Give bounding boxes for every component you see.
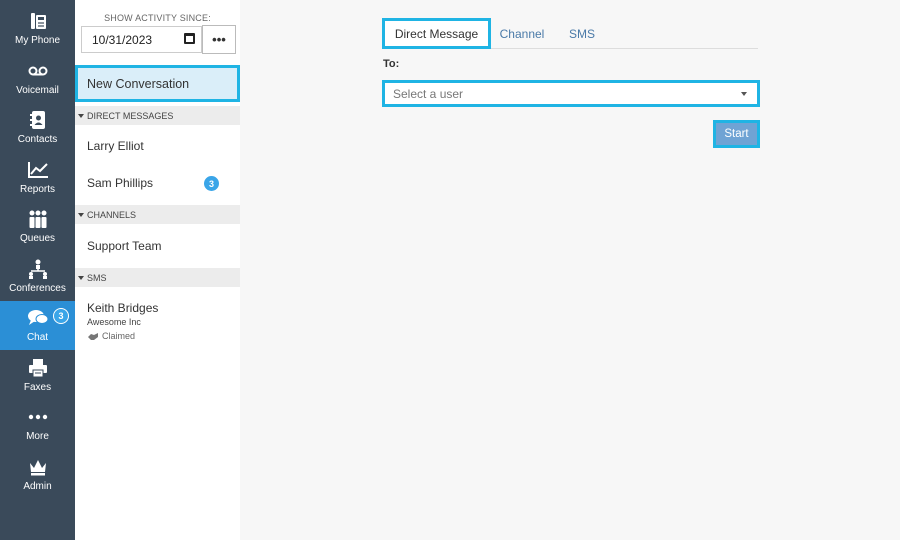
sms-item-status: Claimed: [87, 331, 135, 341]
nav-item-voicemail[interactable]: Voicemail: [0, 54, 75, 103]
nav-label: Queues: [19, 233, 56, 244]
more-options-button[interactable]: •••: [202, 25, 236, 54]
nav-item-queues[interactable]: Queues: [0, 202, 75, 251]
chat-icon: [27, 307, 49, 329]
reports-icon: [27, 159, 49, 181]
nav-label: Chat: [26, 332, 49, 343]
section-title: SMS: [87, 272, 107, 283]
nav-label: Conferences: [9, 283, 66, 294]
user-select[interactable]: Select a user: [382, 80, 760, 107]
conversation-list: SHOW ACTIVITY SINCE: 10/31/2023 ••• New …: [75, 0, 240, 540]
status-text: Claimed: [102, 331, 136, 341]
dm-item-sam-phillips[interactable]: Sam Phillips: [87, 176, 153, 190]
unread-badge: 3: [204, 176, 219, 191]
nav-label: Admin: [23, 481, 52, 492]
tab-direct-message[interactable]: Direct Message: [382, 18, 491, 49]
activity-since-date-input[interactable]: 10/31/2023: [81, 26, 202, 53]
nav-item-reports[interactable]: Reports: [0, 153, 75, 202]
to-label: To:: [383, 58, 400, 70]
nav-label: More: [26, 431, 49, 442]
caret-down-icon: [78, 113, 84, 118]
nav-label: Reports: [19, 184, 55, 195]
user-select-placeholder: Select a user: [393, 86, 464, 101]
new-conversation-button[interactable]: New Conversation: [75, 65, 240, 102]
nav-item-more[interactable]: More: [0, 400, 75, 449]
calendar-icon[interactable]: [184, 33, 195, 44]
section-sms[interactable]: SMS: [75, 268, 240, 287]
section-title: CHANNELS: [87, 209, 137, 220]
conferences-icon: [27, 258, 49, 280]
nav-item-faxes[interactable]: Faxes: [0, 351, 75, 400]
nav-label: Voicemail: [16, 85, 59, 96]
section-channels[interactable]: CHANNELS: [75, 205, 240, 224]
nav-item-contacts[interactable]: Contacts: [0, 103, 75, 152]
tab-channel[interactable]: Channel: [495, 18, 549, 49]
sms-item-company: Awesome Inc: [87, 317, 141, 327]
sms-item-keith-bridges[interactable]: Keith Bridges: [87, 301, 158, 315]
section-direct-messages[interactable]: DIRECT MESSAGES: [75, 106, 240, 125]
nav-rail: My Phone Voicemail Contacts Reports Queu…: [0, 0, 75, 540]
queues-icon: [27, 208, 49, 230]
nav-item-admin[interactable]: Admin: [0, 450, 75, 499]
nav-item-conferences[interactable]: Conferences: [0, 252, 75, 301]
phone-icon: [27, 10, 49, 32]
dm-item-larry-elliot[interactable]: Larry Elliot: [87, 139, 144, 153]
caret-down-icon: [78, 212, 84, 217]
nav-label: My Phone: [14, 35, 61, 46]
nav-label: Contacts: [17, 134, 58, 145]
tab-sms[interactable]: SMS: [563, 18, 601, 49]
nav-label: Faxes: [23, 382, 52, 393]
admin-crown-icon: [27, 456, 49, 478]
date-value: 10/31/2023: [92, 32, 153, 47]
chevron-down-icon: [741, 92, 747, 96]
start-button[interactable]: Start: [713, 120, 760, 148]
conversation-type-tabs: Direct Message Channel SMS: [382, 18, 758, 49]
handshake-icon: [88, 332, 98, 340]
fax-icon: [27, 357, 49, 379]
section-title: DIRECT MESSAGES: [87, 110, 174, 121]
nav-item-chat[interactable]: Chat 3: [0, 301, 75, 350]
more-icon: [27, 406, 49, 428]
chat-unread-badge: 3: [53, 308, 69, 324]
contacts-icon: [27, 109, 49, 131]
voicemail-icon: [27, 60, 49, 82]
channel-item-support-team[interactable]: Support Team: [87, 239, 162, 253]
nav-item-my-phone[interactable]: My Phone: [0, 4, 75, 53]
activity-since-label: SHOW ACTIVITY SINCE:: [104, 13, 211, 23]
caret-down-icon: [78, 275, 84, 280]
